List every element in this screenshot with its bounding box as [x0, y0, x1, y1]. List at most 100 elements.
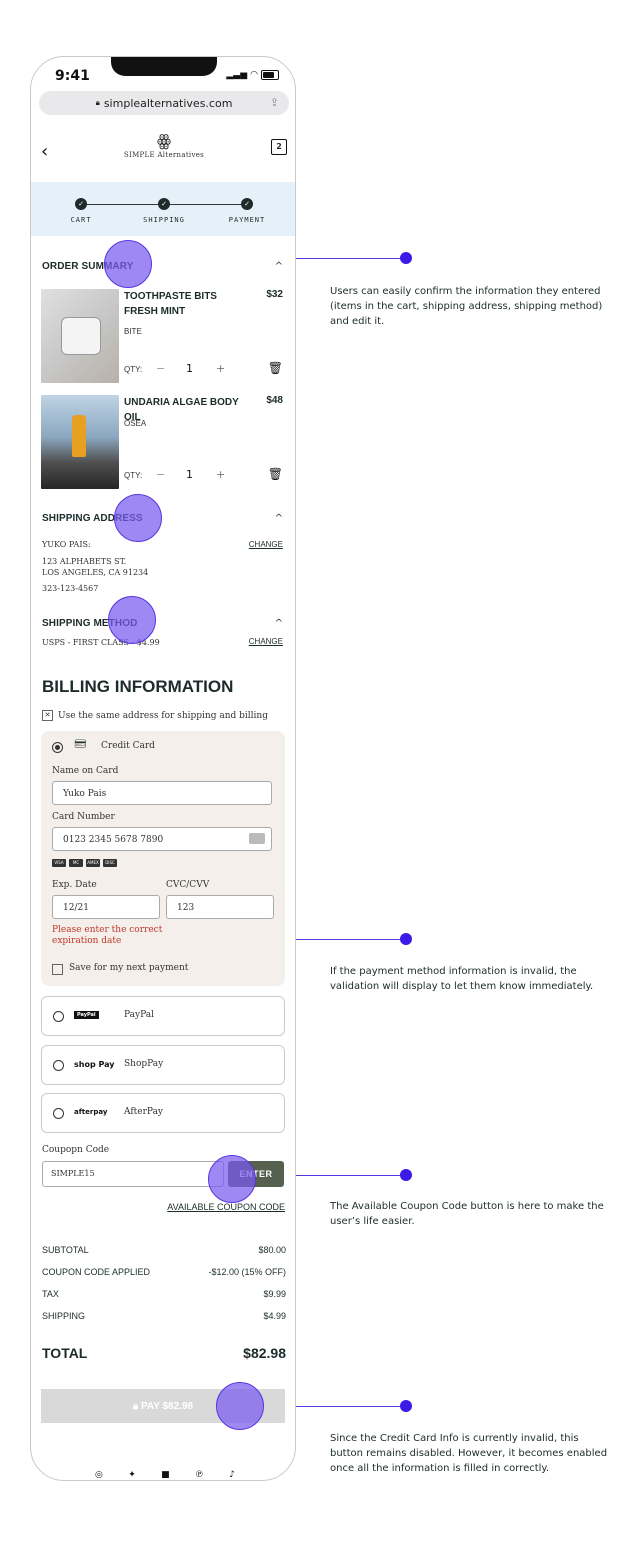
checkout-progress: ✓ CART ✓ SHIPPING ✓ PAYMENT — [31, 182, 295, 236]
wifi-icon: ◠ — [250, 70, 258, 80]
credit-card-radio[interactable] — [52, 742, 63, 753]
coupon-label: Coupopn Code — [42, 1145, 110, 1155]
product-image-toothpaste[interactable] — [41, 289, 119, 383]
product-brand: OSEA — [124, 419, 147, 428]
product-price: $48 — [266, 395, 283, 406]
qty-decrease-button[interactable]: − — [156, 468, 165, 481]
change-method-link[interactable]: CHANGE — [249, 637, 283, 646]
shoppay-radio[interactable] — [53, 1060, 64, 1071]
bottle-shape — [72, 415, 86, 457]
summary-row: SHIPPING $4.99 — [42, 1311, 286, 1321]
qty-label: QTY: — [124, 471, 143, 480]
twitter-icon[interactable]: ✦ — [128, 1470, 136, 1480]
credit-card-label: Credit Card — [101, 741, 155, 751]
step-label: CART — [70, 216, 92, 224]
summary-value: $80.00 — [258, 1245, 286, 1255]
check-icon: ✓ — [241, 198, 253, 210]
afterpay-radio[interactable] — [53, 1108, 64, 1119]
shoppay-logo-icon: shop Pay — [74, 1060, 115, 1069]
status-time: 9:41 — [55, 68, 90, 84]
hotspot-shipping-method — [108, 596, 156, 644]
same-address-label: Use the same address for shipping and bi… — [58, 710, 268, 721]
annotation-connector — [296, 258, 404, 259]
annotation-note: Users can easily confirm the information… — [330, 286, 603, 327]
product-image-body-oil[interactable] — [41, 395, 119, 489]
summary-label: SHIPPING — [42, 1311, 86, 1321]
total-value: $82.98 — [243, 1345, 286, 1361]
summary-value: $4.99 — [263, 1311, 286, 1321]
address-bar[interactable]: 🔒︎ simplealternatives.com ⇪ — [39, 91, 289, 115]
annotation-note: Since the Credit Card Info is currently … — [330, 1433, 608, 1474]
total-label: TOTAL — [42, 1345, 88, 1361]
collapse-chevron-icon[interactable]: ^ — [275, 261, 283, 272]
product-brand: BITE — [124, 327, 142, 336]
lock-icon: 🔒︎ — [132, 1400, 139, 1412]
annotation-connector — [296, 1406, 404, 1407]
qty-value: 1 — [186, 362, 193, 375]
save-payment-label: Save for my next payment — [69, 963, 189, 973]
summary-row: SUBTOTAL $80.00 — [42, 1245, 286, 1255]
summary-label: SUBTOTAL — [42, 1245, 89, 1255]
card-number-input[interactable]: 0123 2345 5678 7890 — [52, 827, 272, 851]
mastercard-icon: MC — [69, 859, 83, 867]
annotation-note: If the payment method information is inv… — [330, 966, 594, 992]
brand-logo[interactable]: ꙮ SIMPLE Alternatives — [119, 131, 209, 159]
check-icon: ✓ — [158, 198, 170, 210]
paypal-label: PayPal — [124, 1010, 154, 1020]
card-number-label: Card Number — [52, 812, 115, 822]
annotation-connector — [296, 939, 404, 940]
trash-icon[interactable]: 🗑︎ — [268, 361, 283, 375]
hotspot-pay-button — [216, 1382, 264, 1430]
shoppay-option[interactable]: shop Pay ShopPay — [41, 1045, 285, 1085]
shopping-bag-icon[interactable]: 2 — [271, 139, 287, 155]
logo-mark-icon: ꙮ — [156, 131, 172, 150]
pay-button-label: PAY $82.98 — [141, 1400, 194, 1412]
summary-value: -$12.00 (15% OFF) — [208, 1267, 286, 1277]
change-address-link[interactable]: CHANGE — [249, 540, 283, 549]
share-icon[interactable]: ⇪ — [270, 96, 279, 109]
cvc-input[interactable]: 123 — [166, 895, 274, 919]
facebook-icon[interactable]: ■ — [161, 1470, 170, 1480]
credit-card-icon: 💳︎ — [74, 739, 87, 750]
save-payment-checkbox[interactable] — [52, 964, 63, 975]
collapse-chevron-icon[interactable]: ^ — [275, 513, 283, 524]
qty-decrease-button[interactable]: − — [156, 362, 165, 375]
coupon-input[interactable]: SIMPLE15 — [42, 1161, 224, 1187]
trash-icon[interactable]: 🗑︎ — [268, 467, 283, 481]
lock-icon: 🔒︎ — [95, 98, 100, 107]
hotspot-shipping-address — [114, 494, 162, 542]
credit-card-panel: 💳︎ Credit Card Name on Card Yuko Pais Ca… — [41, 731, 285, 986]
tiktok-icon[interactable]: ♪ — [229, 1470, 235, 1480]
step-label: PAYMENT — [228, 216, 266, 224]
back-chevron-icon[interactable]: ‹ — [41, 141, 48, 162]
same-address-checkbox[interactable]: ✕ — [42, 710, 53, 721]
qty-increase-button[interactable]: + — [216, 468, 225, 481]
afterpay-logo-icon: afterpay — [74, 1108, 108, 1116]
same-address-row[interactable]: ✕ Use the same address for shipping and … — [42, 710, 268, 721]
qty-increase-button[interactable]: + — [216, 362, 225, 375]
jar-shape — [61, 317, 101, 355]
url-text: simplealternatives.com — [103, 96, 233, 110]
exp-date-input[interactable]: 12/21 — [52, 895, 160, 919]
collapse-chevron-icon[interactable]: ^ — [275, 618, 283, 629]
amex-icon: AMEX — [86, 859, 100, 867]
social-links: ◎ ✦ ■ ℗ ♪ — [95, 1470, 235, 1480]
afterpay-option[interactable]: afterpay AfterPay — [41, 1093, 285, 1133]
name-on-card-input[interactable]: Yuko Pais — [52, 781, 272, 805]
pinterest-icon[interactable]: ℗ — [195, 1470, 204, 1480]
total-row: TOTAL $82.98 — [42, 1345, 286, 1361]
instagram-icon[interactable]: ◎ — [95, 1470, 103, 1480]
shoppay-label: ShopPay — [124, 1059, 164, 1069]
phone-notch — [111, 57, 217, 76]
card-brands: VISA MC AMEX DISC — [52, 859, 117, 867]
annotation-connector — [296, 1175, 404, 1176]
annotation-dot — [400, 1400, 412, 1412]
paypal-radio[interactable] — [53, 1011, 64, 1022]
name-on-card-label: Name on Card — [52, 766, 119, 776]
hotspot-coupon — [208, 1155, 256, 1203]
available-coupon-link[interactable]: AVAILABLE COUPON CODE — [167, 1202, 285, 1212]
paypal-option[interactable]: PayPal PayPal — [41, 996, 285, 1036]
summary-label: COUPON CODE APPLIED — [42, 1267, 151, 1277]
shipping-phone: 323-123-4567 — [42, 584, 99, 593]
summary-value: $9.99 — [263, 1289, 286, 1299]
